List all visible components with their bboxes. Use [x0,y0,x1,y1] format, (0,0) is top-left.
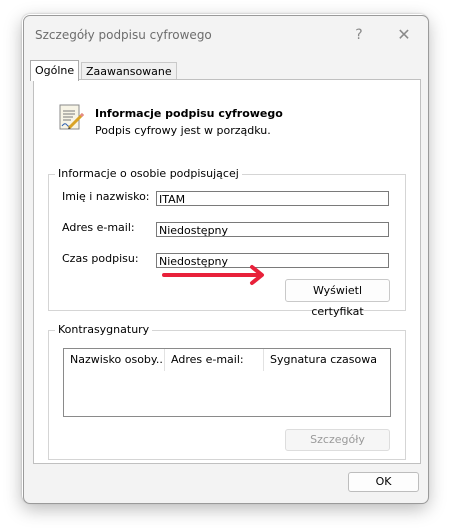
view-certificate-button[interactable]: Wyświetl certyfikat [285,279,390,318]
red-arrow-annotation [162,265,264,285]
signed-document-icon [59,104,85,130]
window-title: Szczegóły podpisu cyfrowego [35,28,212,42]
column-header-email[interactable]: Adres e-mail: [165,349,263,371]
countersignatures-group: Kontrasygnatury Nazwisko osoby... Adres … [48,323,406,460]
email-field[interactable]: Niedostępny [156,222,389,237]
email-label: Adres e-mail: [62,221,135,234]
ok-button[interactable]: OK [348,472,419,492]
help-button[interactable]: ? [345,22,373,48]
details-button[interactable]: Szczegóły [285,429,390,451]
signature-status: Podpis cyfrowy jest w porządku. [95,124,271,137]
title-bar: Szczegóły podpisu cyfrowego ? ✕ [24,16,428,56]
column-header-name[interactable]: Nazwisko osoby... [64,349,164,371]
countersignatures-list[interactable]: Nazwisko osoby... Adres e-mail: Sygnatur… [63,348,391,417]
signer-group-title: Informacje o osobie podpisującej [55,167,242,180]
name-field[interactable]: ITAM [156,191,389,206]
countersignatures-group-title: Kontrasygnatury [55,323,153,336]
name-label: Imię i nazwisko: [62,190,150,203]
tab-general[interactable]: Ogólne [30,60,80,81]
dialog-window: Szczegóły podpisu cyfrowego ? ✕ Ogólne Z… [23,15,429,504]
column-header-timestamp[interactable]: Sygnatura czasowa [264,349,390,371]
info-title: Informacje podpisu cyfrowego [95,107,283,120]
tab-advanced[interactable]: Zaawansowane [81,62,177,80]
close-button[interactable]: ✕ [390,22,418,48]
signing-time-label: Czas podpisu: [62,252,139,265]
signer-info-group: Informacje o osobie podpisującej Imię i … [48,167,406,318]
